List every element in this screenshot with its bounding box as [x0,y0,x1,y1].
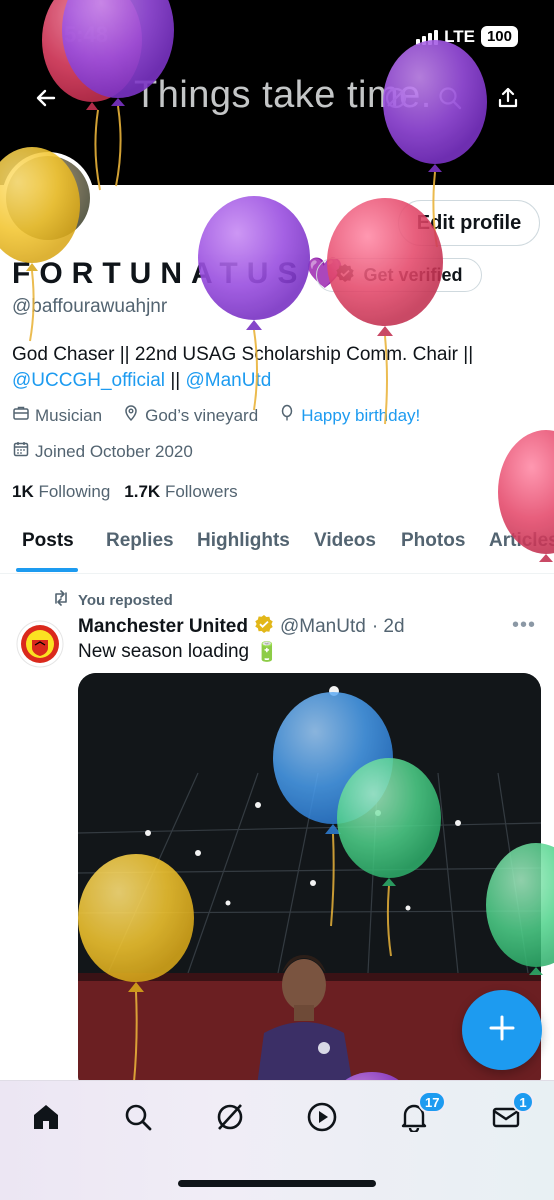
home-icon [31,1102,61,1137]
post-text: New season loading 🔋 [78,640,279,664]
profile-handle: @baffourawuahjnr [12,296,168,317]
nav-grok[interactable] [206,1095,254,1143]
notifications-badge: 17 [418,1091,447,1113]
post-author-name[interactable]: Manchester United [78,616,248,638]
tab-replies[interactable]: Replies [106,530,174,552]
get-verified-label: Get verified [363,264,463,285]
post-author-avatar[interactable] [16,620,64,668]
followers-count: 1.7K [124,482,161,501]
nav-messages[interactable]: 1 [482,1091,534,1143]
joined-row: Joined October 2020 [12,440,193,463]
status-indicators: LTE 100 [416,26,518,47]
briefcase-icon [12,404,30,427]
birthday-item[interactable]: Happy birthday! [278,404,420,427]
following-link[interactable]: 1K Following [12,482,110,502]
bio-text: God Chaser || 22nd USAG Scholarship Comm… [12,344,474,365]
plus-icon [488,1014,516,1047]
tab-articles[interactable]: Articles [489,530,554,552]
nav-home[interactable] [22,1095,70,1143]
home-indicator [178,1180,376,1187]
following-label: Following [38,482,111,501]
share-icon[interactable] [488,78,528,118]
tab-photos[interactable]: Photos [401,530,465,552]
more-options-icon[interactable]: ••• [512,614,536,637]
followers-link[interactable]: 1.7K Followers [124,482,237,502]
post-text-content: New season loading [78,641,250,662]
back-arrow-icon[interactable] [26,78,66,118]
joined-label: Joined October 2020 [35,441,193,461]
calendar-icon [12,440,30,463]
verified-gold-icon [254,614,274,640]
joined-item: Joined October 2020 [12,440,193,463]
profile-meta-row: Musician God’s vineyard Happy birthday! [12,404,420,427]
followers-label: Followers [164,482,238,501]
repost-context: You reposted [52,590,173,610]
bio-link-manutd[interactable]: @ManUtd [185,370,271,391]
profile-bio: God Chaser || 22nd USAG Scholarship Comm… [12,342,542,394]
grok-icon [214,1101,246,1138]
profile-tabs: Posts Replies Highlights Videos Photos A… [0,510,554,574]
post-header: Manchester United @ManUtd · 2d [78,614,405,640]
repost-icon [52,590,70,610]
search-icon [123,1102,153,1137]
status-time: 5:48 [64,22,109,47]
location-item: God’s vineyard [122,404,258,427]
bio-link-uccgh[interactable]: @UCCGH_official [12,370,165,391]
birthday-label[interactable]: Happy birthday! [301,406,420,426]
post-author-handle[interactable]: @ManUtd [280,616,366,638]
messages-badge: 1 [512,1091,534,1113]
active-tab-indicator [16,568,78,572]
location-label: God’s vineyard [145,405,259,425]
avatar[interactable] [2,152,94,244]
follow-stats: 1K Following 1.7K Followers [12,482,238,502]
following-count: 1K [12,482,34,501]
tab-videos[interactable]: Videos [314,530,376,552]
profile-name-text: FORTUNATUS [12,257,307,290]
network-label: LTE [444,26,475,46]
get-verified-button[interactable]: Get verified [316,258,482,292]
battery-icon: 100 [480,26,518,47]
edit-profile-button[interactable]: Edit profile [398,200,540,246]
bio-separator: || [170,370,181,391]
repost-label: You reposted [78,591,173,609]
tab-highlights[interactable]: Highlights [197,530,290,552]
search-icon[interactable] [430,78,470,118]
balloon-icon [278,404,296,427]
verified-badge-icon [335,263,355,288]
nav-search[interactable] [114,1095,162,1143]
post-time: · 2d [371,616,405,637]
nav-video[interactable] [298,1095,346,1143]
grok-icon[interactable] [376,78,416,118]
tab-posts[interactable]: Posts [22,530,74,552]
nav-notifications[interactable]: 17 [390,1091,447,1143]
profile-name: FORTUNATUS💜 [12,256,344,291]
signal-icon [416,29,439,45]
occupation-label: Musician [35,405,103,425]
occupation-item: Musician [12,404,102,427]
battery-emoji: 🔋 [255,642,279,663]
compose-post-button[interactable] [462,990,542,1070]
location-pin-icon [122,404,140,427]
play-circle-icon [306,1101,338,1138]
